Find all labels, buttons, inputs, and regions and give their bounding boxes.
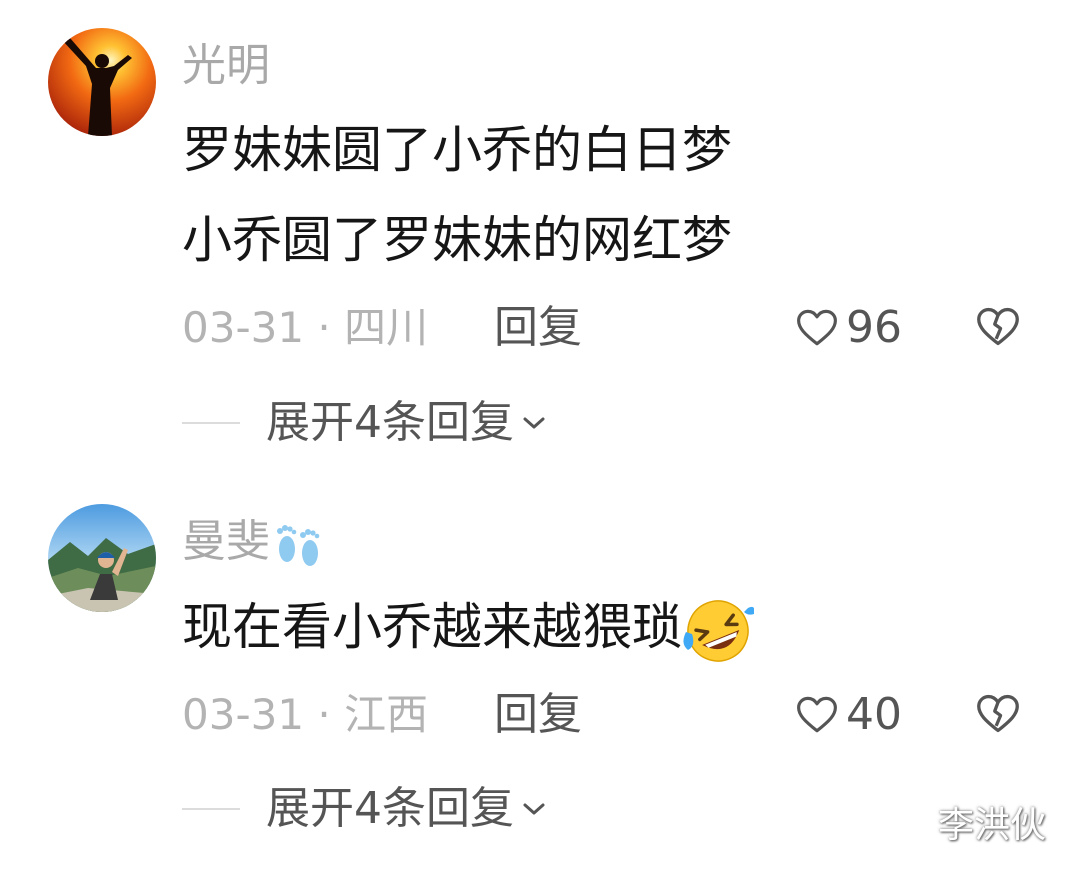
comment-text-line: 现在看小乔越来越猥琐 (182, 597, 754, 664)
expand-replies-button[interactable]: 展开4条回复 (182, 784, 548, 834)
reply-button[interactable]: 回复 (494, 303, 582, 353)
like-button[interactable]: 40 (796, 690, 902, 740)
expand-replies-label: 展开4条回复 (266, 783, 514, 834)
comment-text-line: 罗妹妹圆了小乔的白日梦 (182, 121, 732, 179)
user-avatar[interactable] (48, 28, 156, 136)
heart-outline-icon (797, 309, 837, 346)
meta-separator: · (317, 690, 331, 739)
expand-replies-button[interactable]: 展开4条回复 (182, 398, 548, 448)
comment-date: 03-31 (182, 303, 305, 352)
comment-text: 现在看小乔越来越猥琐 (182, 598, 682, 656)
comment-location: 江西 (344, 690, 429, 739)
username[interactable]: 光明 (182, 40, 270, 92)
rolling-laughing-emoji (683, 599, 754, 662)
reply-button[interactable]: 回复 (494, 690, 582, 740)
like-count: 40 (846, 689, 902, 740)
comment-meta: 03-31 · 江西 (182, 690, 428, 740)
username-text: 曼斐 (182, 516, 270, 567)
chevron-down-icon (523, 803, 545, 815)
sunset-silhouette-avatar (48, 28, 156, 136)
heart-outline-icon (797, 696, 837, 733)
like-count: 96 (846, 302, 902, 353)
divider-dash (182, 808, 240, 810)
watermark: 李洪伙 (938, 805, 1047, 846)
chevron-down-icon (523, 417, 545, 429)
meta-separator: · (317, 303, 331, 352)
user-avatar[interactable] (48, 504, 156, 612)
broken-heart-icon[interactable] (976, 306, 1020, 348)
mountain-landscape-avatar (48, 504, 156, 612)
comment-meta: 03-31 · 四川 (182, 303, 428, 353)
broken-heart-icon[interactable] (976, 693, 1020, 735)
divider-dash (182, 422, 240, 424)
like-button[interactable]: 96 (796, 303, 902, 353)
comment-text-line: 小乔圆了罗妹妹的网红梦 (182, 211, 732, 269)
username[interactable]: 曼斐 (182, 516, 326, 569)
comment-date: 03-31 (182, 690, 305, 739)
expand-replies-label: 展开4条回复 (266, 397, 514, 448)
footprints-emoji (277, 525, 320, 566)
comment-location: 四川 (344, 303, 429, 352)
